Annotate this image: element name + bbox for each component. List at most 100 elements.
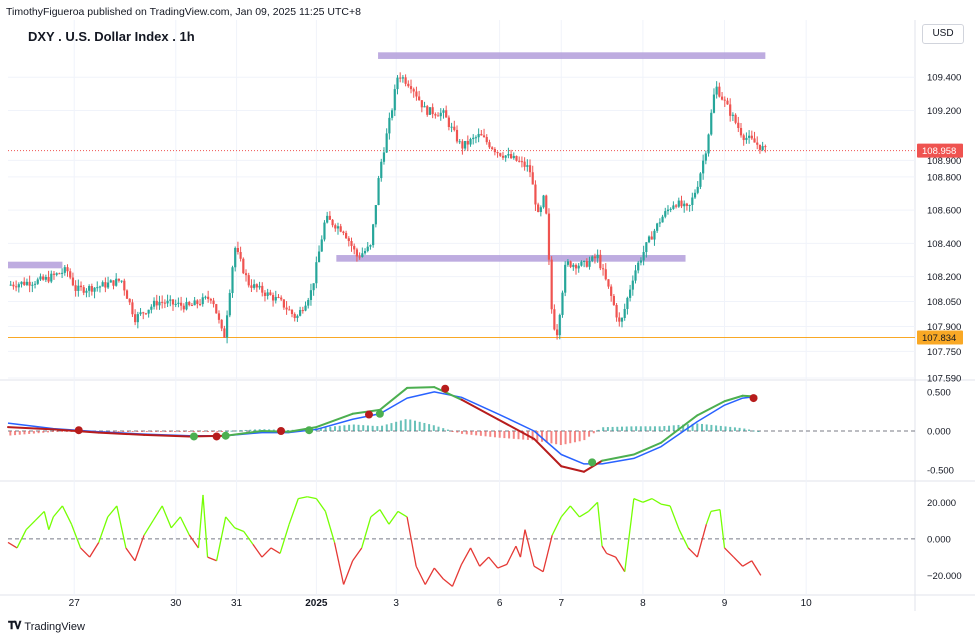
macd-histogram-bar (644, 426, 647, 431)
candle-body (542, 195, 545, 208)
candle-body (253, 284, 256, 288)
macd-histogram-bar (254, 429, 257, 431)
candle-body (244, 273, 248, 276)
macd-histogram-bar (136, 431, 139, 432)
macd-histogram-bar (573, 431, 576, 443)
macd-histogram-bar (122, 431, 125, 432)
candle-body (125, 290, 129, 299)
candle-body (250, 285, 253, 288)
candle-body (123, 280, 126, 291)
macd-histogram-bar (498, 431, 501, 438)
candle-body (758, 144, 762, 150)
candle-body (618, 317, 621, 322)
macd-histogram-bar (668, 425, 671, 431)
macd-histogram-bar (51, 431, 54, 432)
candle-body (404, 77, 407, 84)
candle-body (93, 287, 96, 292)
candle-body (9, 284, 12, 286)
candle-body (553, 309, 556, 330)
candle-body (580, 261, 583, 266)
tradingview-branding[interactable]: 𝐓𝐕 TradingView (8, 620, 85, 633)
candle-body (645, 242, 648, 253)
tradingview-logo-icon: 𝐓𝐕 (8, 620, 21, 632)
macd-histogram-bar (653, 426, 656, 431)
candle-body (604, 269, 607, 280)
candle-body (261, 285, 264, 293)
candle-body (480, 133, 483, 136)
macd-histogram-bar (611, 426, 614, 431)
candle-body (69, 271, 72, 278)
macd-histogram-bar (183, 431, 186, 432)
price-tick-label: 109.400 (927, 73, 961, 84)
candle-body (629, 289, 632, 298)
candle-body (342, 231, 345, 233)
macd-histogram-bar (588, 431, 591, 437)
macd-histogram-bar (484, 431, 487, 437)
candle-body (712, 94, 716, 113)
candle-body (293, 313, 296, 319)
chart-canvas[interactable]: 109.400109.200108.900108.800108.600108.4… (0, 0, 975, 639)
macd-histogram-bar (658, 426, 661, 431)
candle-body (169, 299, 172, 301)
candle-body (134, 314, 137, 323)
candle-body (764, 146, 767, 148)
symbol-title[interactable]: DXY . U.S. Dollar Index . 1h (28, 29, 195, 44)
candle-body (144, 313, 148, 315)
candle-body (358, 256, 361, 258)
macd-histogram-bar (630, 426, 633, 431)
macd-histogram-bar (616, 426, 619, 431)
candle-body (664, 211, 667, 217)
candle-body (20, 281, 23, 285)
candle-body (537, 204, 540, 212)
macd-histogram-bar (597, 429, 600, 431)
candle-body (726, 100, 729, 105)
candle-body (96, 287, 99, 289)
macd-histogram-bar (376, 426, 379, 431)
macd-histogram-bar (578, 431, 581, 442)
currency-button[interactable]: USD (922, 24, 964, 44)
macd-histogram-bar (621, 426, 624, 431)
candle-body (350, 241, 353, 246)
candle-body (734, 114, 737, 123)
macd-histogram-bar (489, 431, 492, 437)
macd-histogram-bar (564, 431, 567, 445)
macd-histogram-bar (757, 431, 760, 432)
candle-body (239, 251, 242, 259)
candle-body (328, 215, 331, 220)
candle-body (215, 304, 218, 314)
chart-background (0, 0, 975, 639)
macd-histogram-bar (366, 425, 369, 431)
candle-body (374, 205, 377, 225)
candle-body (737, 122, 740, 129)
time-tick-label: 3 (393, 598, 399, 609)
price-tick-label: 108.800 (927, 172, 961, 183)
crossover-signal-dot (375, 409, 384, 418)
time-tick-label: 31 (231, 598, 243, 609)
candle-body (761, 146, 764, 150)
candle-body (488, 142, 491, 148)
macd-histogram-bar (46, 431, 49, 433)
candle-body (347, 238, 350, 242)
candle-body (171, 299, 175, 305)
candle-body (128, 298, 131, 303)
candle-body (334, 225, 337, 229)
candle-body (647, 236, 651, 243)
candle-body (117, 278, 120, 281)
candle-body (666, 209, 670, 212)
candle-body (507, 154, 510, 156)
candle-body (674, 205, 678, 207)
macd-histogram-bar (399, 420, 402, 431)
macd-tick-label: 0.000 (927, 427, 951, 438)
candle-body (547, 213, 551, 260)
oscillator-tick-label: −20.000 (927, 571, 962, 582)
candle-body (242, 258, 245, 274)
macd-histogram-bar (37, 431, 40, 434)
candle-body (634, 270, 637, 281)
candle-body (60, 272, 64, 274)
candle-body (653, 230, 656, 240)
candle-body (447, 117, 450, 127)
candle-body (680, 200, 683, 207)
candle-body (139, 312, 142, 315)
macd-histogram-bar (216, 431, 219, 432)
candle-body (745, 137, 748, 141)
